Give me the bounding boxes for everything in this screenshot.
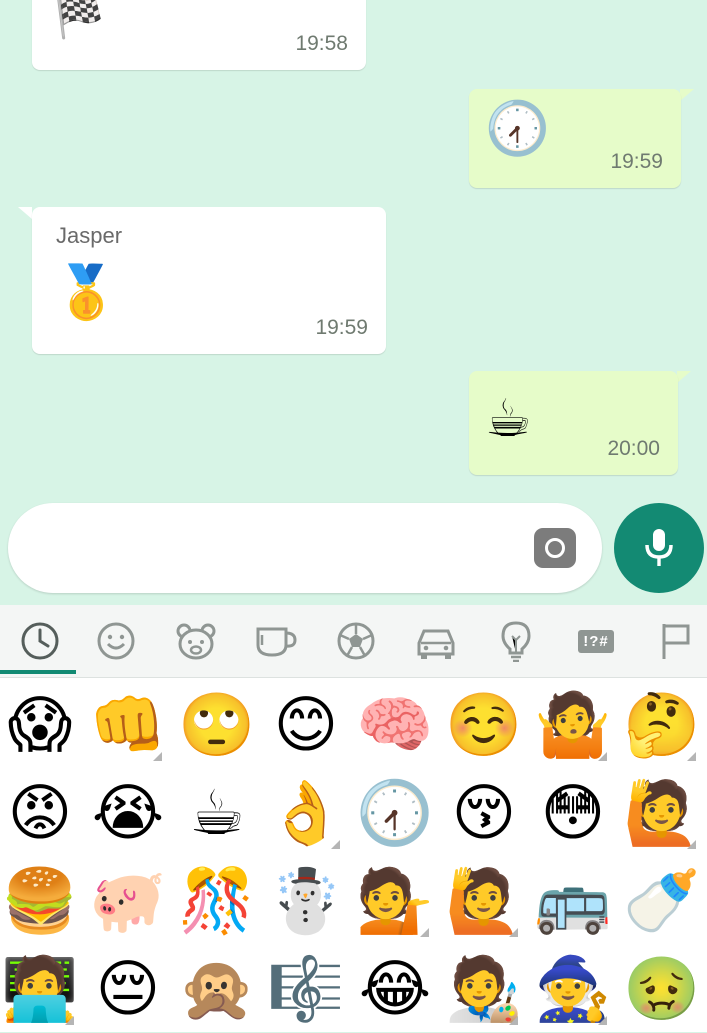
message-outgoing[interactable]: 🕢 19:59	[469, 89, 681, 188]
emoji-key[interactable]: 🧑‍🎨	[440, 945, 528, 1033]
emoji-key[interactable]: ☺️	[440, 681, 528, 769]
message-time: 19:59	[315, 316, 368, 339]
emoji-key[interactable]: 🤷	[529, 681, 617, 769]
emoji-key[interactable]: 🐖	[84, 857, 172, 945]
message-incoming[interactable]: 🏁 19:58	[32, 0, 366, 70]
cup-icon	[256, 627, 297, 657]
emoji-key[interactable]: 😚	[440, 769, 528, 857]
message-input[interactable]	[8, 503, 602, 593]
message-outgoing[interactable]: ☕ 20:00	[469, 371, 678, 475]
tab-animals[interactable]	[156, 605, 236, 677]
emoji-key[interactable]: 🍼	[618, 857, 706, 945]
message-emoji: 🏁	[54, 0, 104, 41]
soccer-ball-icon	[337, 622, 375, 660]
message-time: 19:58	[295, 32, 348, 55]
emoji-key[interactable]: 🍔	[0, 857, 84, 945]
active-tab-indicator	[0, 670, 76, 674]
sender-name: Jasper	[56, 223, 123, 248]
symbols-icon: !?#	[578, 629, 614, 653]
emoji-key[interactable]: 🎊	[173, 857, 261, 945]
camera-icon[interactable]	[534, 528, 576, 568]
flag-icon	[662, 624, 690, 659]
tab-flags[interactable]	[636, 605, 707, 677]
clock-icon	[21, 622, 59, 660]
emoji-key[interactable]: 👊	[84, 681, 172, 769]
bear-icon	[176, 623, 216, 660]
message-emoji: 🥇	[54, 263, 119, 323]
emoji-key[interactable]: 🕢	[351, 769, 439, 857]
message-time: 20:00	[607, 437, 660, 460]
emoji-category-tabs: !?#	[0, 605, 707, 678]
emoji-key[interactable]: 🙋	[440, 857, 528, 945]
tab-food[interactable]	[236, 605, 316, 677]
emoji-key[interactable]: 🚌	[529, 857, 617, 945]
car-icon	[417, 629, 455, 659]
lightbulb-icon	[501, 621, 531, 662]
tab-activity[interactable]	[316, 605, 396, 677]
emoji-key[interactable]: ☕	[173, 769, 261, 857]
microphone-button[interactable]	[614, 503, 704, 593]
emoji-key[interactable]: 🙄	[173, 681, 261, 769]
tab-objects[interactable]	[476, 605, 556, 677]
microphone-icon	[645, 529, 673, 566]
emoji-key[interactable]: 🧑‍💻	[0, 945, 84, 1033]
message-time: 19:59	[610, 150, 663, 173]
emoji-key[interactable]: 😡	[0, 769, 84, 857]
emoji-key[interactable]: 🙋	[618, 769, 706, 857]
tab-recent[interactable]	[0, 605, 80, 677]
tab-smileys[interactable]	[76, 605, 156, 677]
emoji-key[interactable]: 😔	[84, 945, 172, 1033]
emoji-key[interactable]: 🧠	[351, 681, 439, 769]
message-emoji: ☕	[485, 389, 532, 449]
emoji-key[interactable]: 😳	[529, 769, 617, 857]
emoji-key[interactable]: 💁	[351, 857, 439, 945]
emoji-key[interactable]: 🤢	[618, 945, 706, 1033]
message-incoming[interactable]: Jasper 🥇 19:59	[32, 207, 386, 354]
tab-symbols[interactable]: !?#	[556, 605, 636, 677]
emoji-key[interactable]: 😂	[351, 945, 439, 1033]
smiley-icon	[97, 622, 135, 660]
emoji-key[interactable]: 👌	[262, 769, 350, 857]
emoji-key[interactable]: 🤔	[618, 681, 706, 769]
emoji-key[interactable]: 🎼	[262, 945, 350, 1033]
emoji-key[interactable]: ☃️	[262, 857, 350, 945]
emoji-key[interactable]: 😊	[262, 681, 350, 769]
emoji-key[interactable]: 😭	[84, 769, 172, 857]
emoji-key[interactable]: 🙊	[173, 945, 261, 1033]
emoji-key[interactable]: 🧙	[529, 945, 617, 1033]
emoji-grid: 😱 👊 🙄 😊 🧠 ☺️ 🤷 🤔 😡 😭 ☕ 👌 🕢 😚 😳 🙋 🍔 🐖 🎊 ☃…	[0, 678, 707, 1032]
tab-travel[interactable]	[396, 605, 476, 677]
emoji-key[interactable]: 😱	[0, 681, 84, 769]
message-emoji: 🕢	[485, 99, 550, 159]
